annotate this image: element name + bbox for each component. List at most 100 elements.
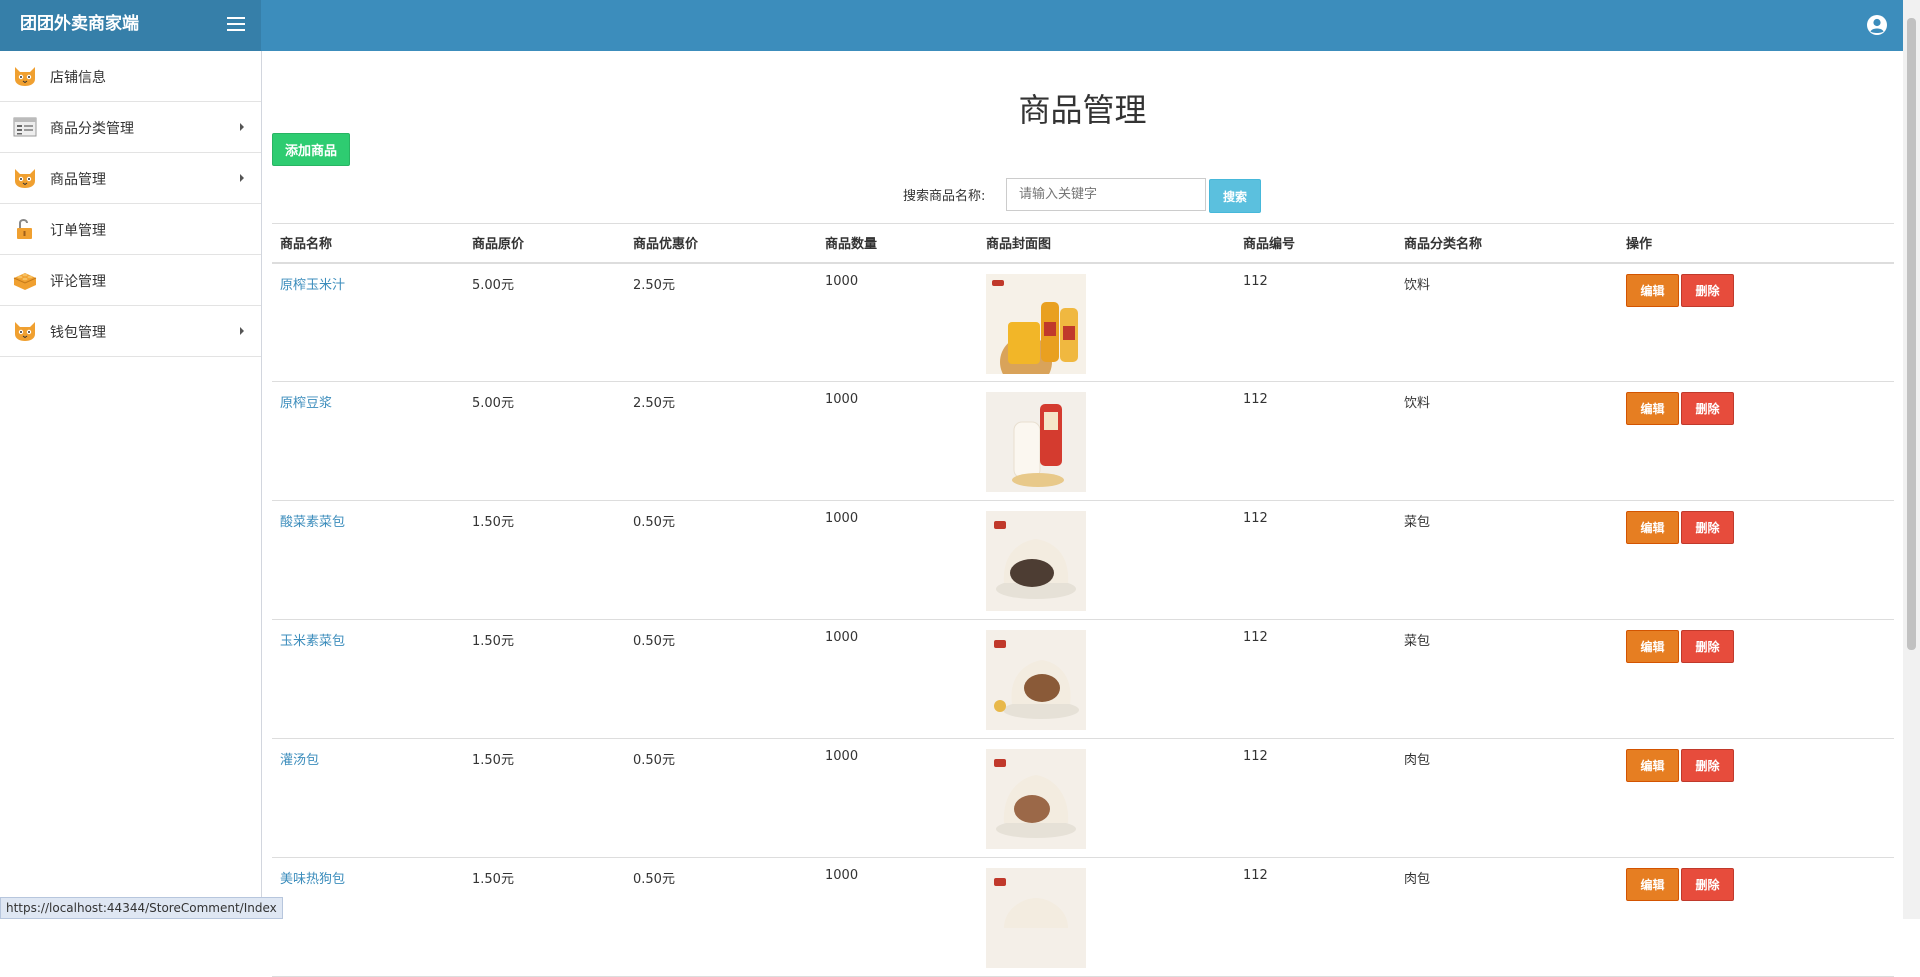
quantity-cell: 1000	[817, 500, 978, 620]
actions-cell: 编辑 删除	[1618, 738, 1894, 858]
delete-button[interactable]: 删除	[1681, 749, 1734, 782]
list-window-icon	[13, 117, 37, 137]
status-bar-url: https://localhost:44344/StoreComment/Ind…	[0, 897, 283, 919]
code-cell: 112	[1235, 500, 1396, 620]
actions-cell: 编辑 删除	[1618, 619, 1894, 739]
col-header-actions: 操作	[1618, 223, 1894, 264]
vertical-scrollbar[interactable]	[1903, 0, 1920, 919]
edit-button[interactable]: 编辑	[1626, 273, 1679, 307]
sidebar-item-label: 订单管理	[50, 223, 106, 239]
category-cell: 肉包	[1396, 738, 1618, 858]
goods-name-cell: 玉米素菜包	[272, 619, 464, 739]
goods-name-link[interactable]: 玉米素菜包	[280, 634, 345, 649]
category-cell: 菜包	[1396, 619, 1618, 739]
edit-button[interactable]: 编辑	[1626, 511, 1679, 544]
col-header-category: 商品分类名称	[1396, 223, 1618, 264]
cover-cell	[978, 738, 1235, 858]
user-account-icon[interactable]	[1866, 14, 1888, 36]
goods-table: 商品名称 商品原价 商品优惠价 商品数量 商品封面图 商品编号 商品分类名称 操…	[272, 223, 1894, 977]
caret-right-icon	[240, 174, 244, 182]
category-cell: 菜包	[1396, 500, 1618, 620]
col-header-discount: 商品优惠价	[625, 223, 817, 264]
goods-name-link[interactable]: 酸菜素菜包	[280, 515, 345, 530]
sidebar: 店铺信息 商品分类管理 商品管理 订单管理 评论管理 钱包管理	[0, 51, 262, 919]
top-navbar: 团团外卖商家端	[0, 0, 1903, 51]
quantity-cell: 1000	[817, 738, 978, 858]
sidebar-item-order-management[interactable]: 订单管理	[0, 204, 261, 255]
col-header-cover: 商品封面图	[978, 223, 1235, 264]
delete-button[interactable]: 删除	[1681, 273, 1734, 307]
col-header-name: 商品名称	[272, 223, 464, 264]
goods-name-link[interactable]: 灌汤包	[280, 753, 319, 768]
discount-cell: 0.50元	[625, 857, 817, 977]
add-goods-button[interactable]: 添加商品	[272, 133, 350, 166]
search-label: 搜索商品名称:	[903, 189, 986, 204]
cat-face-icon	[15, 67, 35, 86]
price-cell: 1.50元	[464, 857, 625, 977]
sidebar-item-label: 评论管理	[50, 274, 106, 290]
sidebar-item-category-management[interactable]: 商品分类管理	[0, 102, 261, 153]
price-cell: 5.00元	[464, 262, 625, 382]
goods-cover-image	[986, 749, 1086, 849]
sidebar-item-store-info[interactable]: 店铺信息	[0, 51, 261, 102]
col-header-code: 商品编号	[1235, 223, 1396, 264]
padlock-open-icon	[17, 219, 32, 239]
goods-name-cell: 酸菜素菜包	[272, 500, 464, 620]
menu-toggle-icon[interactable]	[227, 17, 245, 31]
edit-button[interactable]: 编辑	[1626, 749, 1679, 782]
goods-cover-image	[986, 273, 1086, 374]
quantity-cell: 1000	[817, 381, 978, 501]
delete-button[interactable]: 删除	[1681, 868, 1734, 901]
edit-button[interactable]: 编辑	[1626, 630, 1679, 663]
main-content: 商品管理 添加商品 搜索商品名称: 搜索 商品名称 商品原价 商品优惠价 商品数…	[262, 51, 1903, 977]
price-cell: 5.00元	[464, 381, 625, 501]
edit-button[interactable]: 编辑	[1626, 868, 1679, 901]
code-cell: 112	[1235, 738, 1396, 858]
search-button[interactable]: 搜索	[1209, 179, 1261, 213]
delete-button[interactable]: 删除	[1681, 392, 1734, 425]
edit-button[interactable]: 编辑	[1626, 392, 1679, 425]
goods-cover-image	[986, 511, 1086, 611]
delete-button[interactable]: 删除	[1681, 630, 1734, 663]
lego-brick-icon	[13, 273, 37, 290]
goods-cover-image	[986, 630, 1086, 730]
discount-cell: 2.50元	[625, 262, 817, 382]
goods-name-link[interactable]: 原榨玉米汁	[280, 278, 345, 293]
code-cell: 112	[1235, 619, 1396, 739]
col-header-quantity: 商品数量	[817, 223, 978, 264]
code-cell: 112	[1235, 381, 1396, 501]
search-input[interactable]	[1006, 178, 1206, 211]
brand-logo[interactable]: 团团外卖商家端	[0, 0, 261, 51]
cover-cell	[978, 500, 1235, 620]
actions-cell: 编辑 删除	[1618, 262, 1894, 382]
quantity-cell: 1000	[817, 619, 978, 739]
sidebar-item-label: 商品分类管理	[50, 121, 134, 137]
price-cell: 1.50元	[464, 619, 625, 739]
sidebar-item-wallet-management[interactable]: 钱包管理	[0, 306, 261, 357]
actions-cell: 编辑 删除	[1618, 381, 1894, 501]
caret-right-icon	[240, 123, 244, 131]
cover-cell	[978, 619, 1235, 739]
table-row: 原榨豆浆 5.00元 2.50元 1000 112 饮料 编辑 删除	[272, 381, 1894, 501]
cover-cell	[978, 381, 1235, 501]
goods-name-link[interactable]: 美味热狗包	[280, 872, 345, 887]
caret-right-icon	[240, 327, 244, 335]
table-header-row: 商品名称 商品原价 商品优惠价 商品数量 商品封面图 商品编号 商品分类名称 操…	[272, 223, 1894, 264]
scrollbar-thumb[interactable]	[1907, 18, 1916, 650]
goods-name-cell: 原榨玉米汁	[272, 262, 464, 382]
goods-cover-image	[986, 392, 1086, 492]
price-cell: 1.50元	[464, 738, 625, 858]
table-row: 原榨玉米汁 5.00元 2.50元 1000 112 饮料 编辑 删除	[272, 262, 1894, 382]
sidebar-item-goods-management[interactable]: 商品管理	[0, 153, 261, 204]
actions-cell: 编辑 删除	[1618, 500, 1894, 620]
page-title: 商品管理	[1018, 91, 1147, 129]
table-row: 酸菜素菜包 1.50元 0.50元 1000 112 菜包 编辑 删除	[272, 500, 1894, 620]
sidebar-item-comment-management[interactable]: 评论管理	[0, 255, 261, 306]
goods-name-cell: 美味热狗包	[272, 857, 464, 977]
category-cell: 肉包	[1396, 857, 1618, 977]
cover-cell	[978, 857, 1235, 977]
delete-button[interactable]: 删除	[1681, 511, 1734, 544]
category-cell: 饮料	[1396, 262, 1618, 382]
goods-name-link[interactable]: 原榨豆浆	[280, 396, 332, 411]
sidebar-item-label: 店铺信息	[50, 70, 106, 86]
